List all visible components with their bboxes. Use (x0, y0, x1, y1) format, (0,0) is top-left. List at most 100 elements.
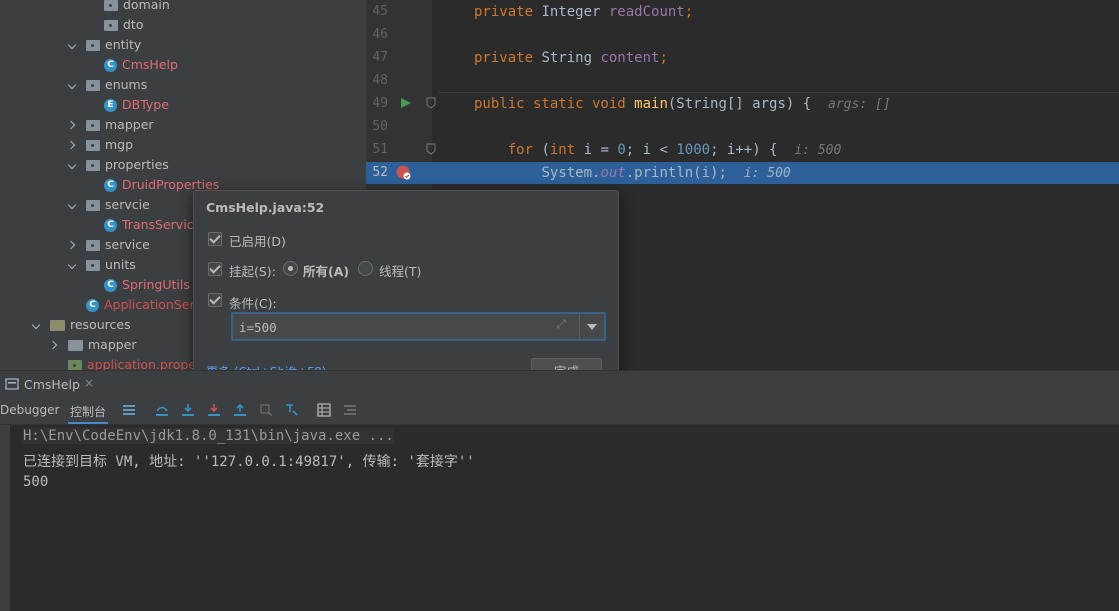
code-line-52[interactable]: System.out.println(i); i: 500 (474, 162, 790, 185)
run-config-icon (5, 378, 19, 390)
tree-item-servcie[interactable]: servcie (68, 195, 150, 215)
resources-folder-icon (50, 319, 65, 331)
line-number: 50 (372, 119, 388, 134)
tree-item-label: properties (105, 157, 169, 172)
expand-icon[interactable]: ⤢ (551, 317, 571, 335)
tree-item-mapper[interactable]: mapper (68, 115, 154, 135)
suspend-all-label: 所有(A) (303, 264, 350, 279)
tree-item-label: servcie (105, 197, 150, 212)
tree-item-label: ApplicationServ (104, 297, 203, 312)
package-icon (86, 239, 100, 251)
chevron-down-icon[interactable] (68, 200, 78, 210)
tree-item-label: mapper (88, 337, 137, 352)
package-icon (86, 39, 100, 51)
tree-item-label: service (105, 237, 150, 252)
debug-session-tab[interactable]: CmsHelp (24, 377, 80, 392)
package-icon (86, 199, 100, 211)
step-into-icon[interactable] (181, 403, 195, 417)
code-line-45[interactable]: private Integer readCount; (474, 1, 693, 24)
popup-title: CmsHelp.java:52 (206, 200, 325, 215)
condition-checkbox[interactable] (208, 293, 222, 307)
tree-item-label: entity (105, 37, 142, 52)
tree-item-resources[interactable]: resources (32, 315, 131, 335)
code-line-49[interactable]: public static void main(String[] args) {… (474, 93, 891, 116)
tree-item-service[interactable]: service (68, 235, 150, 255)
tree-item-transservice[interactable]: C TransService (104, 215, 201, 235)
code-line-51[interactable]: for (int i = 0; i < 1000; i++) { i: 500 (474, 139, 842, 162)
class-icon: C (86, 298, 99, 312)
class-icon: C (104, 278, 117, 292)
console-line: 已连接到目标 VM, 地址: ''127.0.0.1:49817', 传输: '… (23, 454, 475, 470)
console-left-strip (0, 425, 10, 611)
chevron-down-icon[interactable] (32, 320, 42, 330)
tree-item-springutils[interactable]: C SpringUtils (104, 275, 190, 295)
tree-item-entity[interactable]: entity (68, 35, 141, 55)
console-tab-underline (68, 422, 108, 424)
tree-item-label: domain (123, 0, 170, 12)
evaluate-expression-icon[interactable] (317, 403, 331, 417)
chevron-down-icon[interactable] (68, 40, 78, 50)
step-over-icon[interactable] (155, 403, 169, 417)
show-execution-point-icon[interactable] (122, 403, 136, 417)
tree-item-label: units (105, 257, 136, 272)
tree-item-label: mgp (105, 137, 134, 152)
suspend-all-radio[interactable] (283, 261, 298, 276)
console-line: H:\Env\CodeEnv\jdk1.8.0_131\bin\java.exe… (23, 428, 394, 444)
condition-history-dropdown[interactable] (579, 314, 604, 339)
chevron-down-icon[interactable] (68, 260, 78, 270)
tree-item-dbtype[interactable]: E DBType (104, 95, 169, 115)
tree-item-units[interactable]: units (68, 255, 136, 275)
tree-item-properties[interactable]: properties (68, 155, 169, 175)
chevron-right-icon[interactable] (50, 340, 60, 350)
suspend-checkbox[interactable] (208, 262, 222, 276)
enum-icon: E (104, 98, 117, 112)
trace-stream-icon[interactable] (343, 403, 357, 417)
tree-item-domain[interactable]: domain (86, 0, 170, 15)
force-step-into-icon[interactable] (207, 403, 221, 417)
tree-item-label: enums (105, 77, 148, 92)
tree-item-cmshelp[interactable]: C CmsHelp (104, 55, 178, 75)
folder-icon (68, 339, 83, 351)
class-icon: C (104, 178, 117, 192)
tree-item-mapper[interactable]: mapper (50, 335, 137, 355)
tree-item-label: mapper (105, 117, 154, 132)
tree-item-enums[interactable]: enums (68, 75, 147, 95)
tree-item-label: CmsHelp (122, 57, 178, 72)
suspend-label: 挂起(S): (229, 264, 276, 279)
code-line-47[interactable]: private String content; (474, 47, 668, 70)
chevron-right-icon[interactable] (68, 140, 78, 150)
package-icon (86, 79, 100, 91)
editor-gutter: 45 46 47 48 49 50 51 52 (366, 0, 432, 370)
console-tab[interactable]: 控制台 (70, 403, 106, 420)
inline-value-hint: args: [] (828, 97, 891, 112)
drop-frame-icon[interactable] (259, 403, 273, 417)
debug-tool-window-header: CmsHelp × (0, 370, 1119, 399)
tree-item-applicationserv[interactable]: C ApplicationServ (86, 295, 202, 315)
run-to-cursor-icon[interactable] (285, 403, 299, 417)
chevron-down-icon[interactable] (68, 80, 78, 90)
properties-file-icon (68, 359, 82, 370)
class-icon: C (104, 218, 117, 232)
line-number: 46 (372, 27, 388, 42)
debugger-tab[interactable]: Debugger (0, 403, 59, 417)
chevron-right-icon[interactable] (68, 240, 78, 250)
console-output[interactable]: H:\Env\CodeEnv\jdk1.8.0_131\bin\java.exe… (10, 425, 1119, 611)
tree-item-label: application.proper (87, 357, 202, 370)
tree-item-application-proper[interactable]: application.proper (68, 355, 201, 370)
tree-item-label: DBType (122, 97, 169, 112)
tree-item-dto[interactable]: dto (86, 15, 143, 35)
inline-value-hint: i: 500 (794, 143, 842, 158)
chevron-down-icon[interactable] (68, 160, 78, 170)
tree-item-mgp[interactable]: mgp (68, 135, 133, 155)
package-icon (86, 259, 100, 271)
package-icon (86, 139, 100, 151)
tree-item-label: TransService (122, 217, 202, 232)
step-out-icon[interactable] (233, 403, 247, 417)
class-icon: C (104, 58, 117, 72)
enabled-checkbox[interactable] (208, 232, 222, 246)
close-tab-icon[interactable]: × (84, 376, 94, 390)
tree-item-label: SpringUtils (122, 277, 190, 292)
package-icon (104, 19, 118, 31)
tree-item-label: dto (123, 17, 144, 32)
chevron-right-icon[interactable] (68, 120, 78, 130)
